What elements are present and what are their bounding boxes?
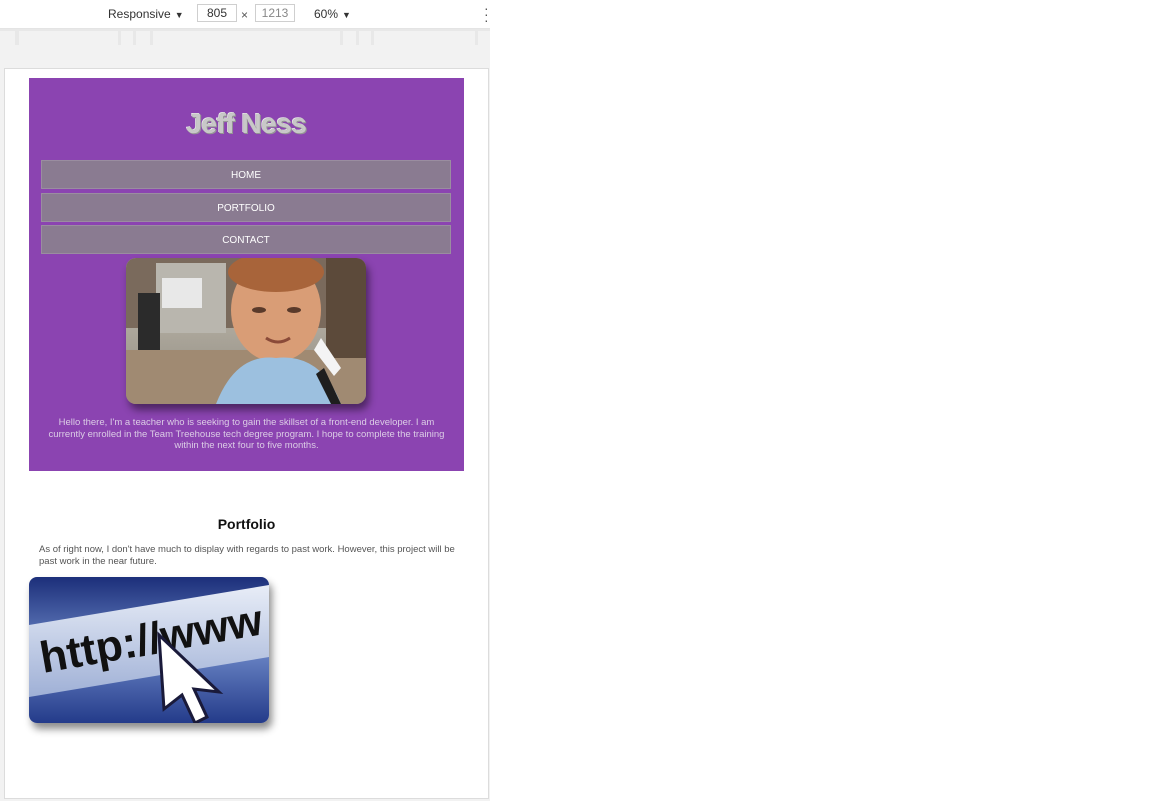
site-title: Jeff Ness xyxy=(186,108,307,139)
portfolio-heading: Portfolio xyxy=(217,516,276,532)
device-toolbar: Responsive ▼ 805 × 1213 60% ▼ · · · xyxy=(0,0,490,29)
portfolio-text: As of right now, I don't have much to di… xyxy=(39,544,455,567)
url-cursor-illustration: http://www xyxy=(29,577,269,723)
width-input[interactable]: 805 xyxy=(197,4,237,22)
ruler-segment[interactable] xyxy=(136,31,150,45)
ruler-segment[interactable] xyxy=(359,31,371,45)
dims-separator: × xyxy=(241,8,249,22)
ruler-segment[interactable] xyxy=(343,31,356,45)
nav-contact-button[interactable]: CONTACT xyxy=(41,225,451,254)
device-mode-label: Responsive xyxy=(108,7,171,21)
ruler-segment[interactable] xyxy=(478,31,490,45)
ruler-segment[interactable] xyxy=(19,31,118,45)
ruler-segment[interactable] xyxy=(121,31,133,45)
triangle-down-icon: ▼ xyxy=(342,10,351,20)
zoom-select[interactable]: 60% ▼ xyxy=(314,7,351,21)
profile-photo xyxy=(126,258,366,404)
nav-home-button[interactable]: HOME xyxy=(41,160,451,189)
more-vertical-icon[interactable]: · · · xyxy=(484,1,489,27)
intro-text: Hello there, I'm a teacher who is seekin… xyxy=(48,417,445,451)
triangle-down-icon: ▼ xyxy=(174,10,184,20)
nav-portfolio-button[interactable]: PORTFOLIO xyxy=(41,193,451,222)
media-query-ruler[interactable] xyxy=(0,29,490,45)
ruler-segment[interactable] xyxy=(0,31,15,45)
height-input[interactable]: 1213 xyxy=(255,4,295,22)
zoom-label: 60% xyxy=(314,7,339,21)
page-viewport: Jeff Ness HOME PORTFOLIO CONTACT Hello t… xyxy=(4,68,489,799)
device-mode-select[interactable]: Responsive ▼ xyxy=(108,7,184,21)
ruler-segment[interactable] xyxy=(153,31,340,45)
site-header: Jeff Ness HOME PORTFOLIO CONTACT Hello t… xyxy=(29,78,464,471)
ruler-segment[interactable] xyxy=(374,31,475,45)
profile-photo-illustration xyxy=(126,258,366,404)
portfolio-image: http://www xyxy=(29,577,269,723)
